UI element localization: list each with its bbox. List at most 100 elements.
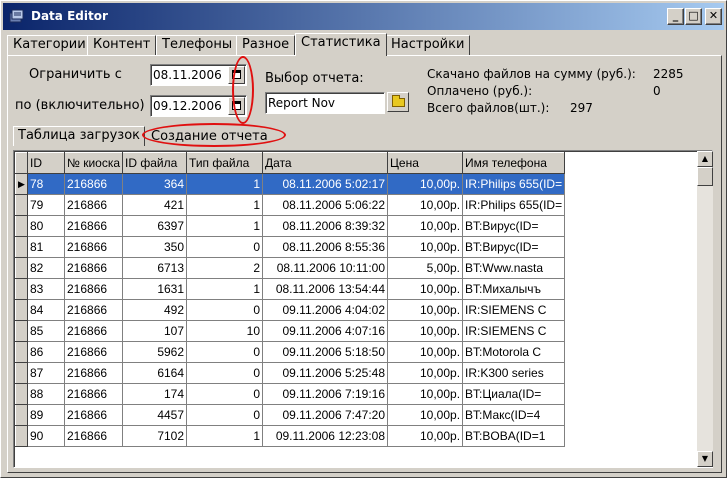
cell-phone-name[interactable]: BT:Вирус(ID= [462, 236, 566, 258]
cell-price[interactable]: 10,00р. [387, 383, 464, 405]
col-header-file-type[interactable]: Тип файла [186, 152, 264, 174]
cell-file-id[interactable]: 5962 [122, 341, 188, 363]
cell-file-type[interactable]: 10 [186, 320, 264, 342]
table-row[interactable]: ▶ 78 216866 364 1 08.11.2006 5:02:17 10,00р. IR… [15, 173, 566, 195]
tab-settings[interactable]: Настройки [385, 35, 471, 55]
cell-kiosk[interactable]: 216866 [64, 404, 124, 426]
cell-file-id[interactable]: 6397 [122, 215, 188, 237]
cell-phone-name[interactable]: BT:Михалычъ [462, 278, 566, 300]
row-indicator[interactable] [15, 383, 28, 405]
cell-id[interactable]: 86 [27, 341, 65, 363]
table-row[interactable]: 79 216866 421 1 08.11.2006 5:06:22 10,00р. IR:… [15, 194, 566, 216]
tab-phones[interactable]: Телефоны [156, 35, 239, 55]
subtab-downloads-table[interactable]: Таблица загрузок [13, 126, 146, 146]
subtab-create-report[interactable]: Создание отчета [147, 128, 272, 148]
cell-id[interactable]: 78 [27, 173, 65, 195]
minimize-button[interactable]: _ [667, 8, 684, 25]
cell-file-id[interactable]: 4457 [122, 404, 188, 426]
cell-phone-name[interactable]: IR:SIEMENS C [462, 320, 566, 342]
cell-price[interactable]: 10,00р. [387, 425, 464, 447]
cell-id[interactable]: 82 [27, 257, 65, 279]
cell-price[interactable]: 5,00р. [387, 257, 464, 279]
cell-date[interactable]: 08.11.2006 8:55:36 [262, 236, 389, 258]
cell-kiosk[interactable]: 216866 [64, 425, 124, 447]
tab-statistics[interactable]: Статистика [295, 33, 387, 56]
grid-vertical-scrollbar[interactable]: ▲ ▼ [697, 151, 713, 467]
cell-phone-name[interactable]: BT:Www.nasta [462, 257, 566, 279]
to-calendar-button[interactable] [228, 97, 245, 115]
cell-date[interactable]: 09.11.2006 4:07:16 [262, 320, 389, 342]
cell-file-type[interactable]: 0 [186, 383, 264, 405]
cell-date[interactable]: 08.11.2006 5:06:22 [262, 194, 389, 216]
cell-file-type[interactable]: 1 [186, 215, 264, 237]
cell-kiosk[interactable]: 216866 [64, 341, 124, 363]
cell-date[interactable]: 09.11.2006 5:25:48 [262, 362, 389, 384]
cell-price[interactable]: 10,00р. [387, 299, 464, 321]
cell-file-type[interactable]: 1 [186, 278, 264, 300]
cell-kiosk[interactable]: 216866 [64, 299, 124, 321]
table-row[interactable]: 82 216866 6713 2 08.11.2006 10:11:00 5,00р. BT… [15, 257, 566, 279]
cell-date[interactable]: 09.11.2006 12:23:08 [262, 425, 389, 447]
cell-id[interactable]: 84 [27, 299, 65, 321]
cell-file-type[interactable]: 1 [186, 194, 264, 216]
row-indicator[interactable] [15, 362, 28, 384]
cell-date[interactable]: 08.11.2006 8:39:32 [262, 215, 389, 237]
cell-date[interactable]: 09.11.2006 7:19:16 [262, 383, 389, 405]
cell-price[interactable]: 10,00р. [387, 194, 464, 216]
cell-phone-name[interactable]: IR:Philips 655(ID= [462, 173, 566, 195]
report-field[interactable]: Report Nov [265, 92, 385, 114]
table-row[interactable]: 85 216866 107 10 09.11.2006 4:07:16 10,00р. IR… [15, 320, 566, 342]
cell-file-type[interactable]: 0 [186, 341, 264, 363]
cell-file-type[interactable]: 0 [186, 362, 264, 384]
row-indicator[interactable] [15, 194, 28, 216]
cell-kiosk[interactable]: 216866 [64, 236, 124, 258]
cell-price[interactable]: 10,00р. [387, 173, 464, 195]
cell-file-id[interactable]: 174 [122, 383, 188, 405]
cell-price[interactable]: 10,00р. [387, 404, 464, 426]
cell-file-id[interactable]: 421 [122, 194, 188, 216]
col-header-kiosk[interactable]: № киоска [63, 152, 124, 174]
cell-file-id[interactable]: 350 [122, 236, 188, 258]
row-indicator[interactable] [15, 341, 28, 363]
downloads-grid[interactable]: ID № киоска ID файла Тип файла Дата Цена… [13, 150, 713, 468]
row-indicator[interactable] [15, 257, 28, 279]
table-row[interactable]: 84 216866 492 0 09.11.2006 4:04:02 10,00р. IR:… [15, 299, 566, 321]
cell-price[interactable]: 10,00р. [387, 362, 464, 384]
tab-misc[interactable]: Разное [236, 35, 296, 55]
cell-phone-name[interactable]: IR:K300 series [462, 362, 566, 384]
cell-phone-name[interactable]: IR:Philips 655(ID= [462, 194, 566, 216]
cell-file-id[interactable]: 492 [122, 299, 188, 321]
cell-kiosk[interactable]: 216866 [64, 362, 124, 384]
row-indicator[interactable] [15, 236, 28, 258]
cell-id[interactable]: 85 [27, 320, 65, 342]
cell-phone-name[interactable]: IR:SIEMENS C [462, 299, 566, 321]
table-row[interactable]: 89 216866 4457 0 09.11.2006 7:47:20 10,00р. BT… [15, 404, 566, 426]
cell-kiosk[interactable]: 216866 [64, 173, 124, 195]
cell-file-type[interactable]: 0 [186, 404, 264, 426]
cell-price[interactable]: 10,00р. [387, 215, 464, 237]
cell-price[interactable]: 10,00р. [387, 236, 464, 258]
cell-kiosk[interactable]: 216866 [64, 278, 124, 300]
scroll-thumb[interactable] [697, 167, 713, 186]
cell-phone-name[interactable]: BT:Вирус(ID= [462, 215, 566, 237]
table-row[interactable]: 83 216866 1631 1 08.11.2006 13:54:44 10,00р. B… [15, 278, 566, 300]
cell-phone-name[interactable]: BT:Макс(ID=4 [462, 404, 566, 426]
from-date-field[interactable]: 08.11.2006 [150, 64, 247, 86]
close-button[interactable]: ✕ [705, 8, 722, 25]
col-header-file-id[interactable]: ID файла [122, 152, 188, 174]
cell-phone-name[interactable]: BT:Motorola C [462, 341, 566, 363]
cell-kiosk[interactable]: 216866 [64, 383, 124, 405]
cell-date[interactable]: 09.11.2006 4:04:02 [262, 299, 389, 321]
cell-id[interactable]: 83 [27, 278, 65, 300]
col-header-id[interactable]: ID [27, 152, 65, 174]
table-row[interactable]: 80 216866 6397 1 08.11.2006 8:39:32 10,00р. BT… [15, 215, 566, 237]
cell-date[interactable]: 08.11.2006 5:02:17 [262, 173, 389, 195]
cell-file-id[interactable]: 7102 [122, 425, 188, 447]
cell-price[interactable]: 10,00р. [387, 278, 464, 300]
cell-file-type[interactable]: 2 [186, 257, 264, 279]
cell-file-id[interactable]: 1631 [122, 278, 188, 300]
cell-file-type[interactable]: 0 [186, 236, 264, 258]
row-indicator[interactable] [15, 404, 28, 426]
col-header-phone-name[interactable]: Имя телефона [462, 152, 566, 174]
cell-price[interactable]: 10,00р. [387, 341, 464, 363]
